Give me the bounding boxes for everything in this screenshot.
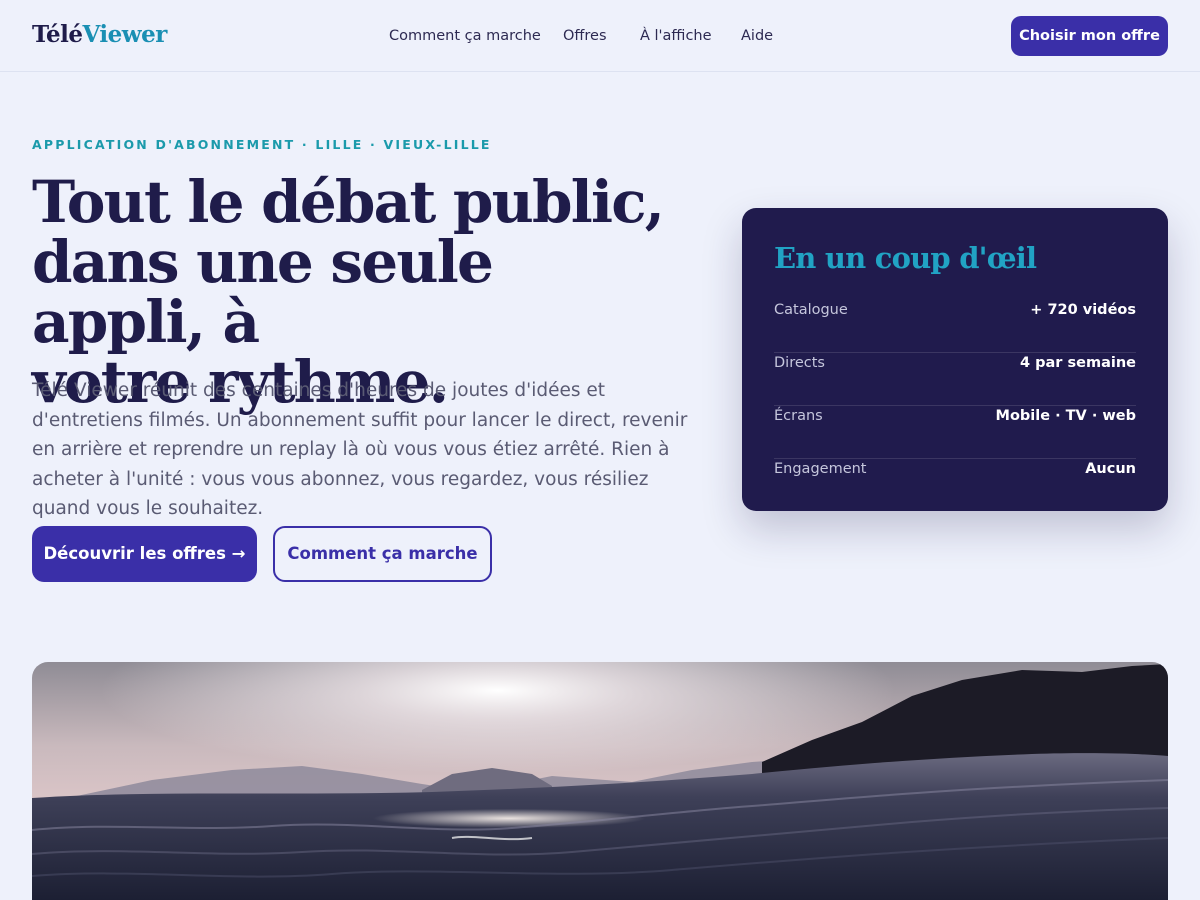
glance-row-directs: Directs 4 par semaine (774, 353, 1136, 406)
how-it-works-button[interactable]: Comment ça marche (273, 526, 492, 582)
hero-sea-image (32, 662, 1168, 900)
nav-link-offres[interactable]: Offres (563, 26, 607, 46)
nav-link-a-l-affiche[interactable]: À l'affiche (640, 26, 712, 46)
glance-row-value: Mobile · TV · web (995, 408, 1136, 424)
logo[interactable]: TéléViewer (32, 19, 167, 51)
glance-row-key: Écrans (774, 408, 823, 424)
hero-eyebrow: APPLICATION D'ABONNEMENT · LILLE · VIEUX… (32, 137, 492, 152)
logo-part-viewer: Viewer (82, 21, 167, 48)
choose-offer-button[interactable]: Choisir mon offre (1011, 16, 1168, 56)
hero-title-line-2: dans une seule appli, à (32, 228, 494, 356)
glance-row-value: + 720 vidéos (1030, 302, 1136, 318)
glance-row-engagement: Engagement Aucun (774, 459, 1136, 512)
logo-part-tele: Télé (32, 21, 83, 48)
glance-row-value: Aucun (1085, 461, 1136, 477)
nav-link-aide[interactable]: Aide (741, 26, 773, 46)
glance-row-catalogue: Catalogue + 720 vidéos (774, 300, 1136, 353)
sea-illustration (32, 662, 1168, 900)
nav-link-comment-ca-marche[interactable]: Comment ça marche (389, 26, 541, 46)
glance-row-key: Engagement (774, 461, 867, 477)
glance-card: En un coup d'œil Catalogue + 720 vidéos … (742, 208, 1168, 511)
glance-row-key: Catalogue (774, 302, 848, 318)
glance-card-title: En un coup d'œil (774, 241, 1037, 275)
hero-title-line-1: Tout le débat public, (32, 168, 665, 236)
hero-lead: Télé Viewer réunit des centaines d'heure… (32, 380, 688, 519)
site-header: TéléViewer Comment ça marche Offres À l'… (0, 0, 1200, 72)
glance-row-value: 4 par semaine (1020, 355, 1136, 371)
glance-row-ecrans: Écrans Mobile · TV · web (774, 406, 1136, 459)
glance-row-key: Directs (774, 355, 825, 371)
discover-offers-button[interactable]: Découvrir les offres → (32, 526, 257, 582)
